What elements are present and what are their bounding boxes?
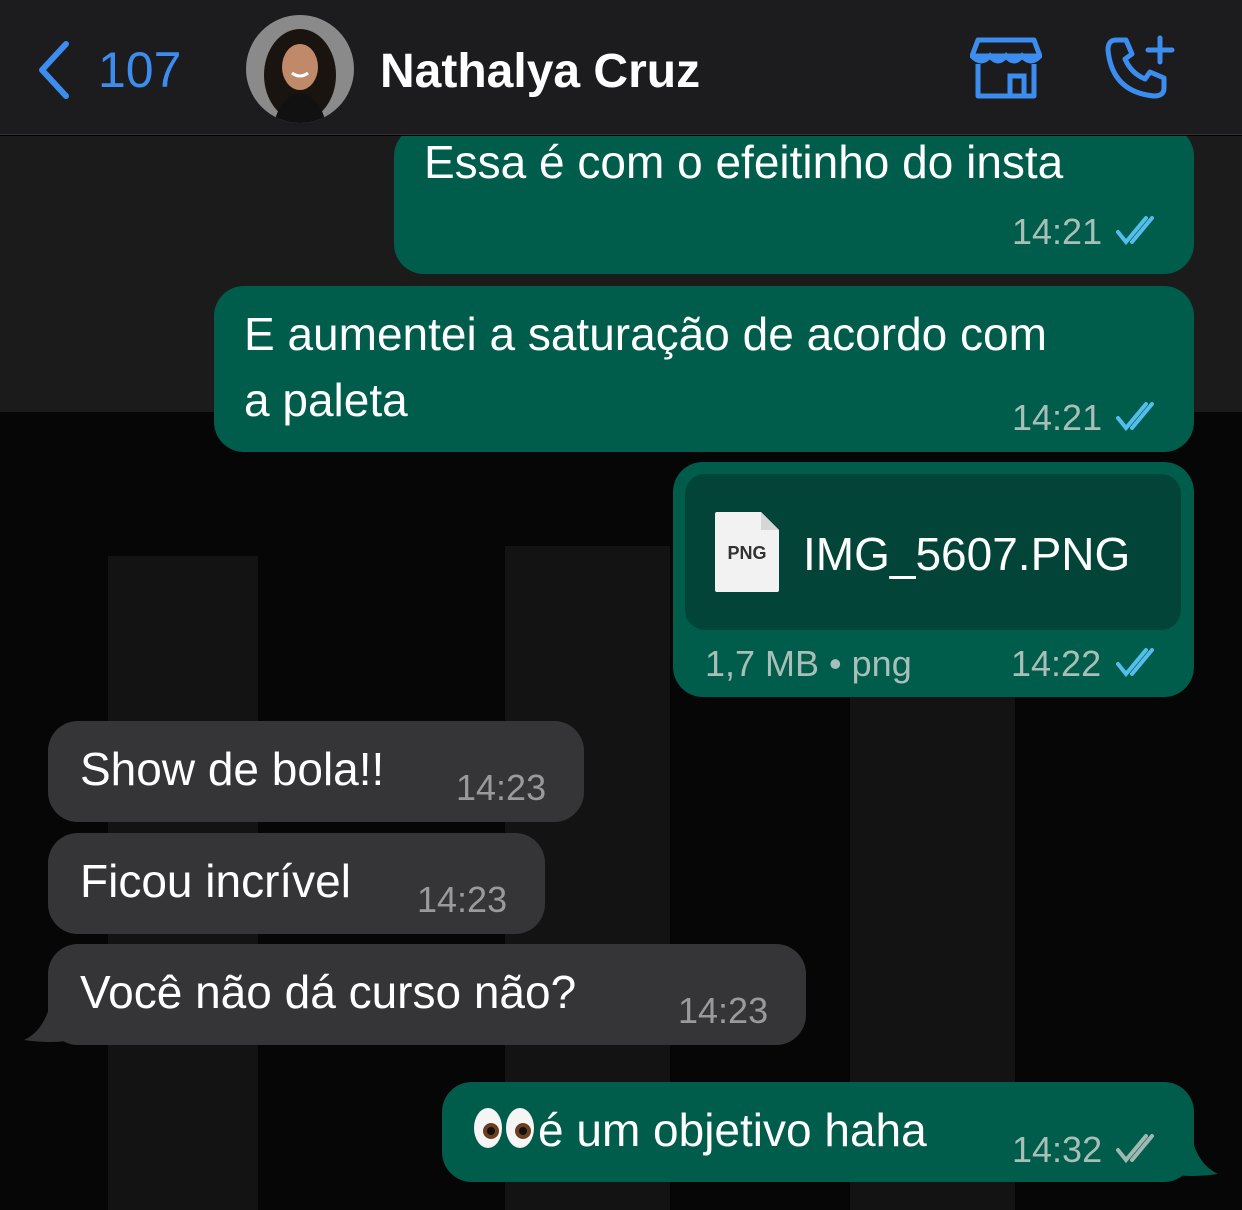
message-time: 14:23 bbox=[456, 767, 547, 808]
file-badge: PNG bbox=[727, 543, 767, 563]
file-name: IMG_5607.PNG bbox=[803, 528, 1131, 580]
call-button[interactable] bbox=[1104, 34, 1176, 107]
double-check-icon bbox=[1116, 648, 1154, 678]
chat-area[interactable]: Essa é com o efeitinho do insta 14:21 E … bbox=[0, 136, 1242, 1210]
message-time: 14:22 bbox=[1011, 643, 1102, 684]
back-button[interactable]: 107 bbox=[36, 38, 181, 102]
message-text: Show de bola!! bbox=[80, 743, 385, 795]
message-time: 14:23 bbox=[678, 990, 769, 1031]
chat-header: 107 Nathalya Cruz bbox=[0, 0, 1242, 135]
message-time: 14:21 bbox=[1012, 397, 1103, 438]
unread-count: 107 bbox=[98, 42, 182, 98]
phone-add-icon bbox=[1105, 35, 1175, 99]
outgoing-message[interactable]: é um objetivo haha 14:32 bbox=[442, 1082, 1194, 1182]
message-time: 14:23 bbox=[417, 879, 508, 920]
message-text: Essa é com o efeitinho do insta bbox=[424, 136, 1064, 188]
contact-name[interactable]: Nathalya Cruz bbox=[380, 44, 700, 100]
storefront-icon bbox=[969, 37, 1043, 99]
outgoing-message[interactable]: Essa é com o efeitinho do insta 14:21 bbox=[394, 136, 1194, 274]
double-check-icon bbox=[1116, 1134, 1154, 1164]
incoming-message[interactable]: Ficou incrível 14:23 bbox=[48, 833, 545, 934]
message-time: 14:32 bbox=[1012, 1129, 1103, 1170]
incoming-message[interactable]: Você não dá curso não? 14:23 bbox=[48, 944, 806, 1045]
message-text: Ficou incrível bbox=[80, 855, 351, 907]
message-text: E aumentei a saturação de acordo com bbox=[244, 308, 1047, 360]
file-card[interactable]: PNG IMG_5607.PNG bbox=[685, 474, 1181, 630]
double-check-icon bbox=[1116, 402, 1154, 432]
eyes-emoji bbox=[472, 1102, 538, 1166]
double-check-icon bbox=[1116, 216, 1154, 246]
catalog-button[interactable] bbox=[969, 36, 1043, 105]
incoming-message[interactable]: Show de bola!! 14:23 bbox=[48, 721, 584, 822]
message-text: Você não dá curso não? bbox=[80, 966, 577, 1018]
outgoing-message[interactable]: E aumentei a saturação de acordo com a p… bbox=[214, 286, 1194, 452]
file-meta: 1,7 MB • png bbox=[705, 643, 912, 684]
chevron-left-icon bbox=[39, 41, 69, 99]
message-text: é um objetivo haha bbox=[472, 1098, 927, 1166]
message-text-body: é um objetivo haha bbox=[538, 1104, 927, 1156]
message-text: a paleta bbox=[244, 374, 408, 426]
message-time: 14:21 bbox=[1012, 211, 1103, 252]
outgoing-file-message[interactable]: PNG IMG_5607.PNG 1,7 MB • png 14:22 bbox=[673, 462, 1194, 697]
avatar[interactable] bbox=[246, 15, 354, 123]
